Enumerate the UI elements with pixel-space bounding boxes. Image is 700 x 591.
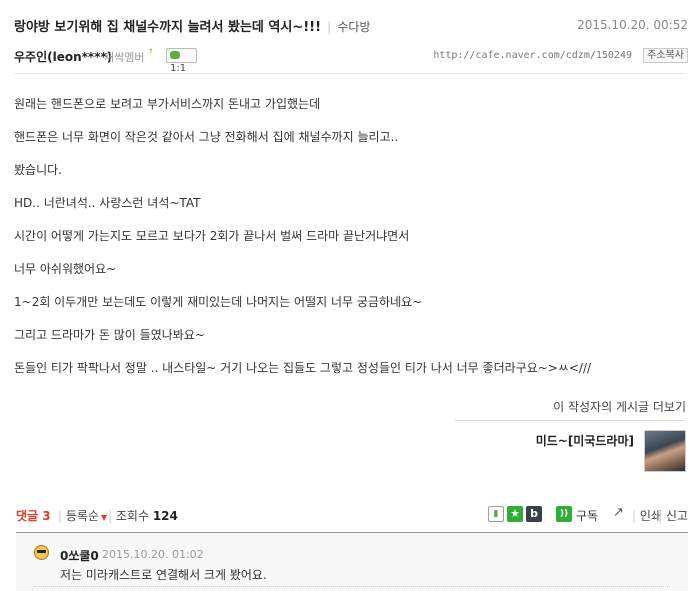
sort-label: 등록순: [65, 509, 99, 523]
chat-button[interactable]: 1:1: [166, 48, 197, 74]
comment-date: 2015.10.20. 01:02: [102, 548, 204, 561]
body-line: 원래는 핸드폰으로 보려고 부가서비스까지 돈내고 가입했는데: [14, 97, 321, 111]
view-count: | 조회수 124: [108, 507, 178, 524]
author-row: 우주인(leon****) 새싹멤버 ꜛ 1:1 http://cafe.nav…: [14, 48, 688, 74]
share-bookmark-icon[interactable]: ★: [507, 506, 523, 522]
actions-separator: |: [658, 509, 663, 523]
share-export-icon[interactable]: ↗: [613, 506, 627, 520]
post-body: 원래는 핸드폰으로 보려고 부가서비스까지 돈내고 가입했는데 핸드폰은 너무 …: [14, 97, 674, 394]
sprout-icon: ꜛ: [149, 48, 153, 59]
post-date: 2015.10.20. 00:52: [577, 18, 688, 32]
body-line: 핸드폰은 너무 화면이 작은것 같아서 그냥 전화해서 집에 채널수까지 늘리고…: [14, 130, 399, 144]
body-line: 돈들인 티가 팍팍나서 정말 .. 내스타일~ 거기 나오는 집들도 그렇고 정…: [14, 361, 592, 375]
body-line: 봤습니다.: [14, 163, 62, 177]
actions-separator: |: [108, 509, 113, 523]
report-link[interactable]: | 신고: [658, 507, 688, 524]
comment-text: 저는 미라캐스트로 연결해서 크게 봤어요.: [60, 568, 267, 582]
comment-count-number: 3: [42, 509, 51, 523]
header-divider: [14, 73, 686, 74]
post-title-text: 랑야방 보기위해 집 채널수까지 늘려서 봤는데 역시~!!!: [14, 20, 321, 35]
body-line: 시간이 어떻게 가는지도 모르고 보다가 2회가 끝나서 벌써 드라마 끝난거냐…: [14, 229, 410, 243]
report-label: 신고: [665, 509, 688, 523]
post-title[interactable]: 랑야방 보기위해 집 채널수까지 늘려서 봤는데 역시~!!! | 수다방: [14, 16, 371, 35]
author-name[interactable]: 우주인(leon****): [14, 48, 112, 65]
share-phone-icon[interactable]: ▮: [488, 506, 504, 522]
body-line: 1~2회 이두개만 보는데도 이렇게 재미있는데 나머지는 어떨지 너무 궁금하…: [14, 295, 423, 309]
author-board-link[interactable]: 미드~[미국드라마]: [536, 432, 634, 449]
actions-separator: |: [58, 509, 63, 523]
member-level: 새싹멤버: [104, 51, 145, 64]
rss-icon[interactable]: )): [556, 506, 572, 522]
comment-list: 0쏘쿨0 2015.10.20. 01:02 저는 미라캐스트로 연결해서 크게…: [16, 532, 688, 591]
comment-count[interactable]: 댓글 3: [16, 507, 51, 524]
share-blog-icon[interactable]: b: [526, 506, 542, 522]
caret-down-icon: ▼: [101, 513, 108, 522]
body-line: 그리고 드라마가 돈 많이 들였나봐요~: [14, 328, 205, 342]
title-separator: |: [327, 20, 332, 35]
board-name-link[interactable]: 수다방: [337, 20, 370, 34]
views-label: 조회수: [115, 509, 149, 523]
post-header: 랑야방 보기위해 집 채널수까지 늘려서 봤는데 역시~!!! | 수다방 2015…: [14, 16, 688, 36]
actions-separator: |: [632, 509, 637, 523]
sort-dropdown[interactable]: | 등록순 ▼: [58, 507, 107, 524]
body-line: 너무 아쉬워했어요~: [14, 262, 117, 276]
subscribe-button[interactable]: 구독: [576, 507, 598, 524]
comment-divider: [34, 586, 670, 587]
more-posts-divider: [455, 420, 686, 421]
commenter-avatar-icon: [34, 545, 49, 560]
comment-author[interactable]: 0쏘쿨0: [60, 547, 99, 564]
more-posts-link[interactable]: 이 작성자의 게시글 더보기: [553, 398, 686, 415]
actions-row: 댓글 3 | 등록순 ▼ | 조회수 124 ▮ ★ b )) 구독 ↗ | 인쇄…: [16, 506, 688, 524]
views-number: 124: [152, 509, 178, 523]
copy-url-button[interactable]: 주소복사: [643, 48, 688, 63]
chat-bubble-icon: [170, 51, 180, 59]
post-url[interactable]: http://cafe.naver.com/cdzm/150249: [433, 50, 632, 61]
body-line: HD.. 너란녀석.. 사랑스런 녀석~TAT: [14, 196, 201, 210]
comment-label: 댓글: [16, 509, 39, 523]
author-avatar[interactable]: [644, 430, 686, 472]
